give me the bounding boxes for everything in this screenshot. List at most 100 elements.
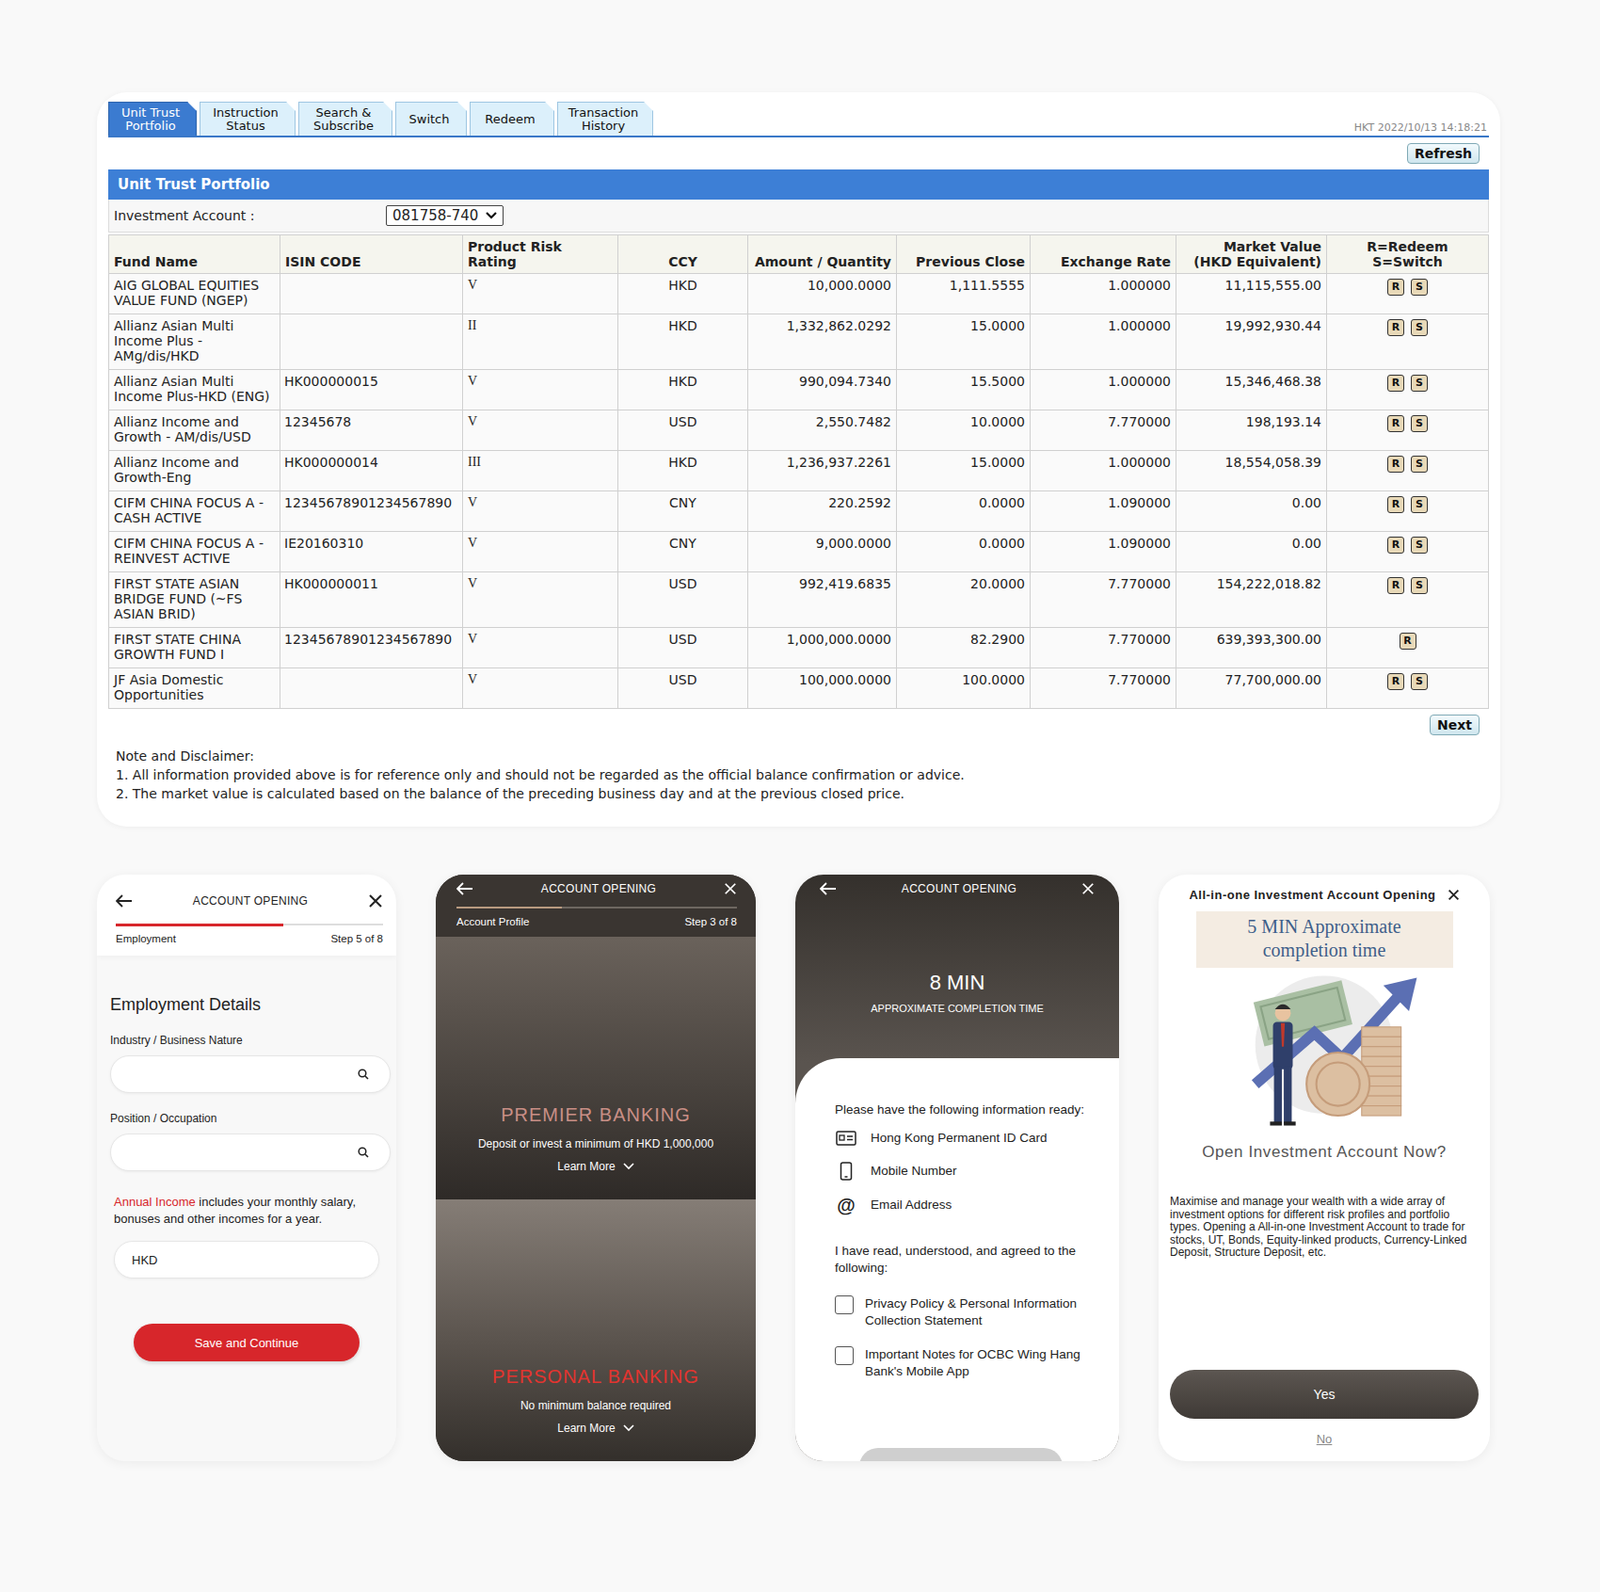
- ccy-cell: HKD: [618, 273, 749, 315]
- agreement-label: Important Notes for OCBC Wing Hang Bank'…: [864, 1345, 1097, 1380]
- table-row[interactable]: Allianz Asian Multi Income Plus-HKD (ENG…: [109, 369, 1489, 411]
- save-continue-button[interactable]: Save and Continue: [133, 1323, 360, 1361]
- banking-option[interactable]: PREMIER BANKINGDeposit or invest a minim…: [435, 936, 756, 1200]
- close-icon[interactable]: [1081, 881, 1095, 896]
- income-field[interactable]: HKD: [113, 1240, 380, 1279]
- action-button[interactable]: S: [1410, 278, 1428, 296]
- previous-close-cell: 20.0000: [896, 572, 1031, 628]
- action-button[interactable]: S: [1410, 672, 1428, 690]
- agreement-label: Privacy Policy & Personal Information Co…: [864, 1295, 1097, 1329]
- close-icon[interactable]: [723, 881, 737, 896]
- action-button[interactable]: S: [1410, 374, 1428, 392]
- action-button[interactable]: S: [1410, 576, 1428, 594]
- tab[interactable]: Instruction Status: [199, 101, 296, 136]
- progress-bar: [456, 906, 737, 909]
- market-value-cell: 198,193.14: [1176, 410, 1328, 451]
- refresh-button[interactable]: Refresh: [1407, 143, 1480, 164]
- action-button[interactable]: R: [1387, 455, 1405, 473]
- action-button[interactable]: R: [1387, 536, 1405, 554]
- exchange-rate-cell: 7.770000: [1030, 668, 1177, 709]
- completion-time: 8 MIN: [819, 970, 1095, 995]
- tab[interactable]: Transaction History: [557, 101, 654, 136]
- actions-cell: RS: [1327, 668, 1489, 709]
- ccy-cell: CNY: [618, 491, 749, 532]
- table-row[interactable]: AIG GLOBAL EQUITIES VALUE FUND (NGEP)VHK…: [109, 273, 1489, 315]
- risk-cell: V: [463, 410, 619, 451]
- back-arrow-icon[interactable]: [819, 881, 837, 896]
- table-row[interactable]: Allianz Income and Growth-EngHK000000014…: [109, 450, 1489, 492]
- back-arrow-icon[interactable]: [456, 881, 474, 896]
- banner-line: 5 MIN Approximate: [1196, 914, 1454, 939]
- account-value: 081758-740: [392, 207, 479, 224]
- learn-more-link[interactable]: Learn More: [557, 1421, 634, 1435]
- amount-cell: 220.2592: [748, 491, 897, 532]
- column-header: Exchange Rate: [1030, 235, 1177, 274]
- isin-cell: [280, 668, 464, 709]
- no-link[interactable]: No: [1316, 1431, 1333, 1446]
- action-button[interactable]: R: [1387, 576, 1405, 594]
- action-button[interactable]: R: [1387, 319, 1405, 336]
- back-arrow-icon[interactable]: [115, 894, 133, 908]
- exchange-rate-cell: 7.770000: [1030, 410, 1177, 451]
- action-button[interactable]: S: [1410, 415, 1428, 432]
- risk-cell: V: [463, 572, 619, 628]
- amount-cell: 1,332,862.0292: [748, 314, 897, 370]
- action-button[interactable]: R: [1399, 632, 1417, 650]
- market-value-cell: 11,115,555.00: [1176, 273, 1328, 315]
- tab[interactable]: Search & Subscribe: [298, 101, 393, 136]
- amount-cell: 2,550.7482: [748, 410, 897, 451]
- isin-cell: IE20160310: [280, 531, 464, 573]
- action-button[interactable]: R: [1387, 278, 1405, 296]
- continue-button[interactable]: [859, 1447, 1063, 1461]
- fund-name-cell: FIRST STATE CHINA GROWTH FUND I: [109, 627, 281, 669]
- account-select[interactable]: 081758-740: [385, 205, 504, 226]
- table-row[interactable]: JF Asia Domestic OpportunitiesVUSD100,00…: [109, 668, 1489, 709]
- action-button[interactable]: R: [1387, 374, 1405, 392]
- table-row[interactable]: Allianz Income and Growth - AM/dis/USD12…: [109, 410, 1489, 451]
- step-name: Account Profile: [456, 915, 529, 928]
- tab[interactable]: Redeem: [469, 101, 555, 136]
- previous-close-cell: 100.0000: [896, 668, 1031, 709]
- table-row[interactable]: CIFM CHINA FOCUS A - CASH ACTIVE12345678…: [109, 491, 1489, 532]
- amount-cell: 990,094.7340: [748, 369, 897, 411]
- market-value-cell: 0.00: [1176, 491, 1328, 532]
- action-button[interactable]: R: [1387, 415, 1405, 432]
- close-icon[interactable]: [1447, 888, 1460, 901]
- action-button[interactable]: S: [1410, 455, 1428, 473]
- table-row[interactable]: FIRST STATE CHINA GROWTH FUND I123456789…: [109, 627, 1489, 669]
- action-button[interactable]: S: [1410, 496, 1428, 513]
- close-icon[interactable]: [368, 893, 384, 909]
- search-field[interactable]: [110, 1055, 391, 1093]
- tab[interactable]: Switch: [395, 101, 467, 136]
- account-label: Investment Account :: [109, 208, 386, 224]
- search-field[interactable]: [110, 1133, 391, 1171]
- agreement-row[interactable]: Privacy Policy & Personal Information Co…: [834, 1295, 1097, 1329]
- banking-option[interactable]: PERSONAL BANKINGNo minimum balance requi…: [435, 1199, 756, 1462]
- column-header: Amount / Quantity: [748, 235, 897, 274]
- timestamp: HKT 2022/10/13 14:18:21: [1354, 121, 1489, 136]
- table-row[interactable]: FIRST STATE ASIAN BRIDGE FUND (~FS ASIAN…: [109, 572, 1489, 628]
- table-header-row: Fund NameISIN CODEProduct Risk RatingCCY…: [109, 235, 1489, 274]
- table-row[interactable]: CIFM CHINA FOCUS A - REINVEST ACTIVEIE20…: [109, 531, 1489, 573]
- amount-cell: 10,000.0000: [748, 273, 897, 315]
- next-button[interactable]: Next: [1429, 714, 1480, 736]
- chevron-down-icon: [623, 1424, 635, 1432]
- amount-cell: 1,000,000.0000: [748, 627, 897, 669]
- page: Unit Trust PortfolioInstruction StatusSe…: [0, 0, 1600, 1592]
- checkbox[interactable]: [834, 1345, 854, 1365]
- action-button[interactable]: S: [1410, 536, 1428, 554]
- action-button[interactable]: R: [1387, 672, 1405, 690]
- learn-more-link[interactable]: Learn More: [557, 1159, 634, 1173]
- action-button[interactable]: S: [1410, 319, 1428, 336]
- checkbox[interactable]: [834, 1295, 854, 1314]
- action-button[interactable]: R: [1387, 496, 1405, 513]
- agreement-row[interactable]: Important Notes for OCBC Wing Hang Bank'…: [834, 1345, 1097, 1380]
- dialog-description: Maximise and manage your wealth with a w…: [1169, 1195, 1479, 1260]
- tab[interactable]: Unit Trust Portfolio: [108, 101, 197, 136]
- id-card-icon: [835, 1130, 857, 1146]
- tab-bar: Unit Trust PortfolioInstruction StatusSe…: [108, 101, 1489, 138]
- checklist-prompt: Please have the following information re…: [834, 1101, 1097, 1119]
- yes-button[interactable]: Yes: [1169, 1369, 1479, 1419]
- table-row[interactable]: Allianz Asian Multi Income Plus - AMg/di…: [109, 314, 1489, 370]
- dialog-question: Open Investment Account Now?: [1201, 1142, 1447, 1162]
